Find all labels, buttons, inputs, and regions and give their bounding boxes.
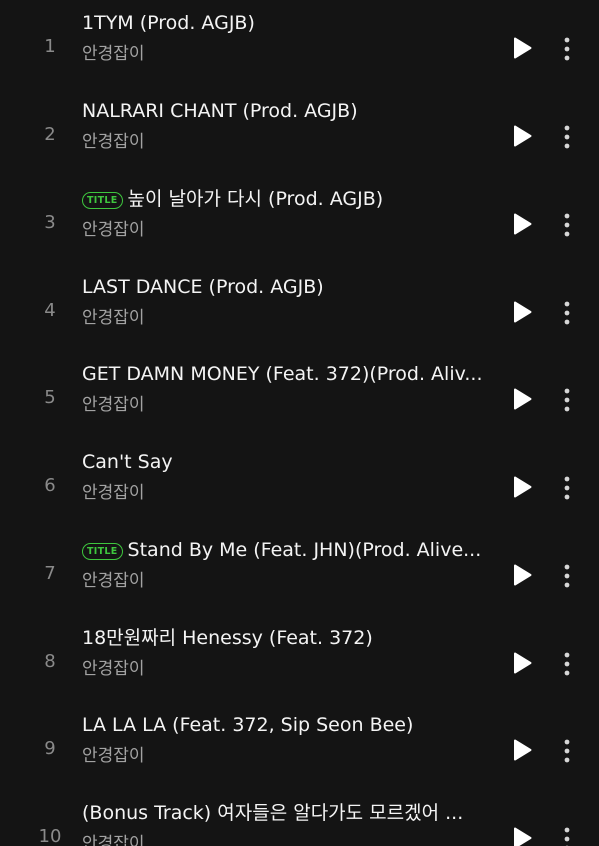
track-number: 8 — [44, 651, 56, 672]
more-vertical-icon[interactable] — [557, 563, 577, 589]
track-number: 10 — [38, 826, 62, 846]
track-title-text: 높이 날아가 다시 (Prod. AGJB) — [127, 188, 384, 210]
track-title: 1TYM (Prod. AGJB) — [82, 10, 494, 36]
track-number: 9 — [44, 738, 56, 759]
play-icon[interactable] — [511, 37, 533, 59]
track-artist: 안경잡이 — [82, 308, 145, 328]
track-row[interactable]: 7 TITLE Stand By Me (Feat. JHN)(Prod. Ali… — [0, 537, 599, 625]
track-artist: 안경잡이 — [82, 659, 145, 679]
track-number: 6 — [44, 475, 56, 496]
play-icon[interactable] — [511, 125, 533, 147]
more-vertical-icon[interactable] — [557, 475, 577, 501]
track-title-text: GET DAMN MONEY (Feat. 372)(Prod. Aliv... — [82, 363, 483, 385]
track-title: TITLE Stand By Me (Feat. JHN)(Prod. Alive… — [82, 537, 494, 563]
track-artist: 안경잡이 — [82, 395, 145, 415]
track-row[interactable]: 10 (Bonus Track) 여자들은 알다가도 모르겠어 ... 안경잡이 — [0, 800, 599, 846]
track-title-text: LAST DANCE (Prod. AGJB) — [82, 276, 324, 298]
more-vertical-icon[interactable] — [557, 300, 577, 326]
play-icon[interactable] — [511, 827, 533, 846]
track-number: 5 — [44, 387, 56, 408]
track-title: LAST DANCE (Prod. AGJB) — [82, 274, 494, 300]
track-number: 2 — [44, 124, 56, 145]
track-title: 18만원짜리 Henessy (Feat. 372) — [82, 625, 494, 651]
track-title-text: 18만원짜리 Henessy (Feat. 372) — [82, 627, 373, 649]
track-title-text: Stand By Me (Feat. JHN)(Prod. Alive... — [127, 539, 482, 561]
track-artist: 안경잡이 — [82, 746, 145, 766]
play-icon[interactable] — [511, 652, 533, 674]
track-row[interactable]: 8 18만원짜리 Henessy (Feat. 372) 안경잡이 — [0, 625, 599, 713]
track-number: 3 — [44, 212, 56, 233]
track-number: 7 — [44, 563, 56, 584]
play-icon[interactable] — [511, 301, 533, 323]
title-badge: TITLE — [82, 543, 123, 560]
track-title-text: 1TYM (Prod. AGJB) — [82, 12, 255, 34]
track-artist: 안경잡이 — [82, 571, 145, 591]
track-title-text: (Bonus Track) 여자들은 알다가도 모르겠어 ... — [82, 802, 464, 824]
track-row[interactable]: 5 GET DAMN MONEY (Feat. 372)(Prod. Aliv.… — [0, 361, 599, 449]
title-badge: TITLE — [82, 192, 123, 209]
more-vertical-icon[interactable] — [557, 826, 577, 846]
track-title: GET DAMN MONEY (Feat. 372)(Prod. Aliv... — [82, 361, 494, 387]
track-number: 4 — [44, 300, 56, 321]
more-vertical-icon[interactable] — [557, 36, 577, 62]
play-icon[interactable] — [511, 476, 533, 498]
track-artist: 안경잡이 — [82, 132, 145, 152]
play-icon[interactable] — [511, 388, 533, 410]
track-title-text: NALRARI CHANT (Prod. AGJB) — [82, 100, 358, 122]
track-row[interactable]: 2 NALRARI CHANT (Prod. AGJB) 안경잡이 — [0, 98, 599, 186]
track-list: 1 1TYM (Prod. AGJB) 안경잡이 2 NALRARI CHANT… — [0, 0, 599, 846]
more-vertical-icon[interactable] — [557, 651, 577, 677]
track-title: LA LA LA (Feat. 372, Sip Seon Bee) — [82, 712, 494, 738]
track-title: (Bonus Track) 여자들은 알다가도 모르겠어 ... — [82, 800, 494, 826]
track-title: NALRARI CHANT (Prod. AGJB) — [82, 98, 494, 124]
play-icon[interactable] — [511, 739, 533, 761]
track-title-text: Can't Say — [82, 451, 173, 473]
track-number: 1 — [44, 36, 56, 57]
more-vertical-icon[interactable] — [557, 124, 577, 150]
track-row[interactable]: 6 Can't Say 안경잡이 — [0, 449, 599, 537]
track-row[interactable]: 9 LA LA LA (Feat. 372, Sip Seon Bee) 안경잡… — [0, 712, 599, 800]
more-vertical-icon[interactable] — [557, 738, 577, 764]
play-icon[interactable] — [511, 213, 533, 235]
track-artist: 안경잡이 — [82, 483, 145, 503]
track-row[interactable]: 3 TITLE 높이 날아가 다시 (Prod. AGJB) 안경잡이 — [0, 186, 599, 274]
track-artist: 안경잡이 — [82, 44, 145, 64]
track-artist: 안경잡이 — [82, 834, 145, 846]
track-title-text: LA LA LA (Feat. 372, Sip Seon Bee) — [82, 714, 414, 736]
track-row[interactable]: 1 1TYM (Prod. AGJB) 안경잡이 — [0, 10, 599, 98]
more-vertical-icon[interactable] — [557, 387, 577, 413]
track-row[interactable]: 4 LAST DANCE (Prod. AGJB) 안경잡이 — [0, 274, 599, 362]
play-icon[interactable] — [511, 564, 533, 586]
track-artist: 안경잡이 — [82, 220, 145, 240]
track-title: Can't Say — [82, 449, 494, 475]
track-title: TITLE 높이 날아가 다시 (Prod. AGJB) — [82, 186, 494, 212]
more-vertical-icon[interactable] — [557, 212, 577, 238]
